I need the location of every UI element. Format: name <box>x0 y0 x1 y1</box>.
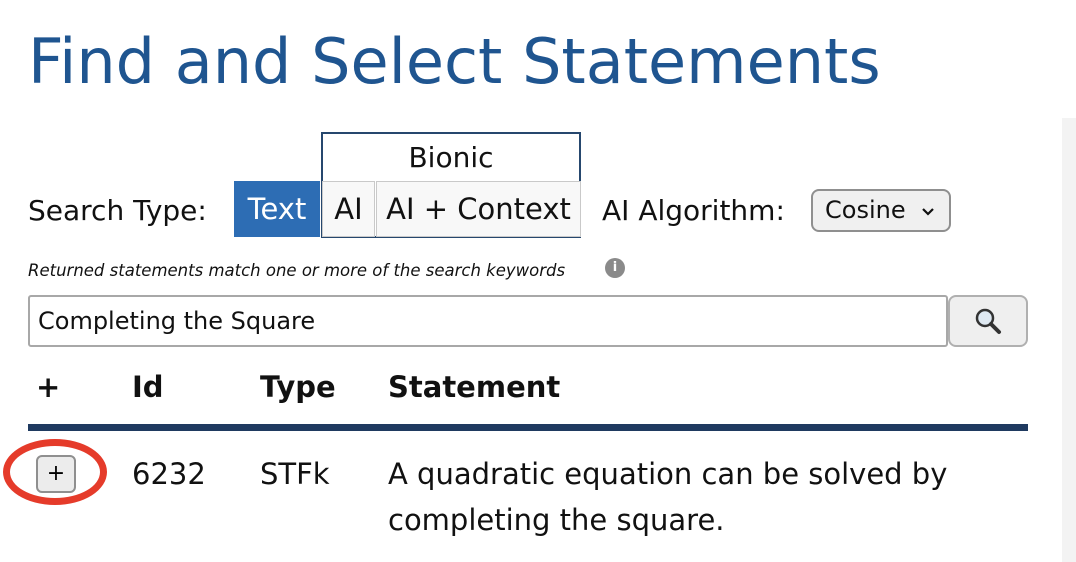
magnifier-icon <box>950 306 1026 336</box>
column-header-id[interactable]: Id <box>132 368 164 406</box>
scrollbar-track[interactable] <box>1062 118 1076 562</box>
ai-algorithm-value: Cosine <box>825 196 906 224</box>
ai-algorithm-select[interactable]: Cosine <box>811 189 951 232</box>
row-id: 6232 <box>132 457 206 491</box>
add-statement-button[interactable]: + <box>36 455 76 493</box>
search-type-label: Search Type: <box>28 194 207 227</box>
header-divider <box>28 424 1028 431</box>
column-header-add: + <box>36 370 61 404</box>
column-header-type[interactable]: Type <box>260 368 336 406</box>
column-header-statement[interactable]: Statement <box>388 368 560 406</box>
row-type: STFk <box>260 457 330 491</box>
search-type-ai-button[interactable]: AI <box>322 181 375 237</box>
info-icon[interactable]: i <box>605 258 625 278</box>
search-hint: Returned statements match one or more of… <box>28 261 566 280</box>
search-button[interactable] <box>948 295 1028 347</box>
search-input[interactable] <box>28 295 948 347</box>
row-statement: A quadratic equation can be solved by co… <box>388 457 948 537</box>
ai-algorithm-label: AI Algorithm: <box>602 194 785 227</box>
page-title: Find and Select Statements <box>28 25 881 98</box>
search-type-ai-context-button[interactable]: AI + Context <box>376 181 581 237</box>
bionic-group-label: Bionic <box>408 141 494 174</box>
chevron-down-icon <box>921 191 935 230</box>
search-type-text-button[interactable]: Text <box>234 181 320 237</box>
